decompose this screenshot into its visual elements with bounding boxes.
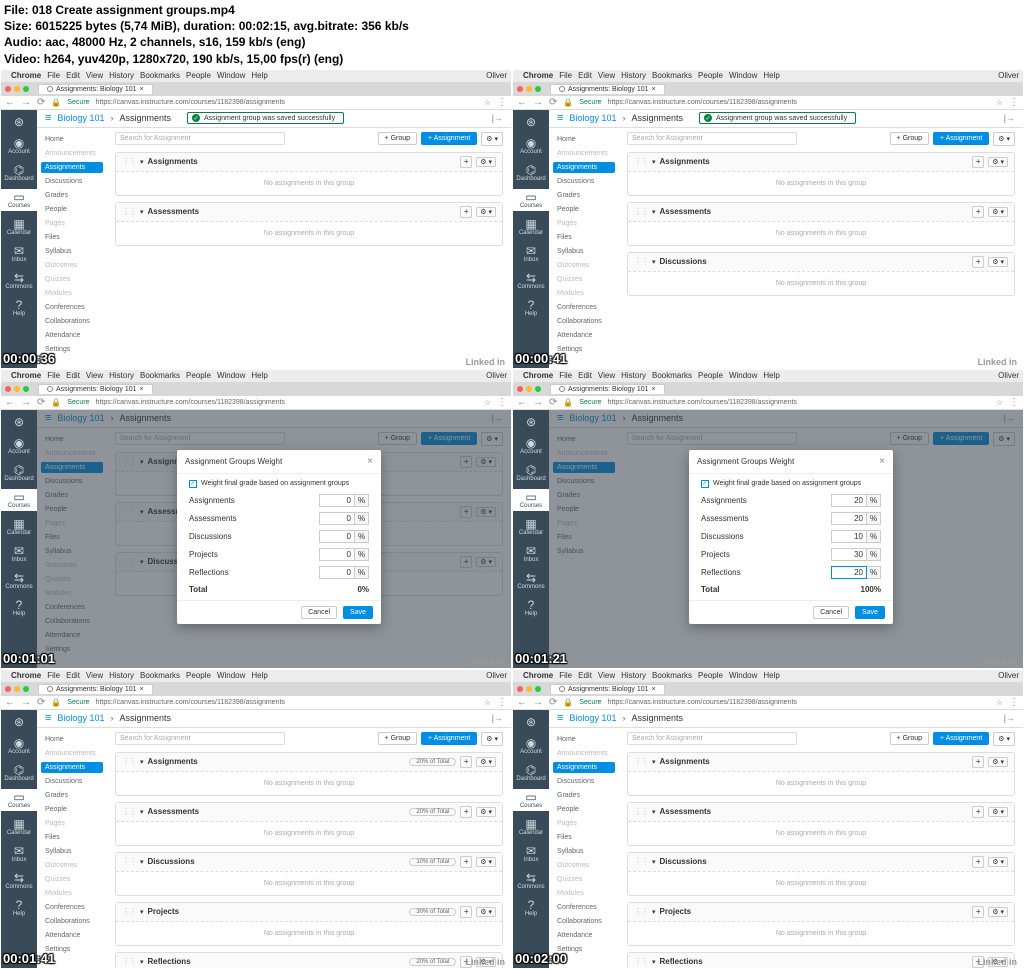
browser-tab[interactable]: Assignments: Biology 101× [38, 84, 153, 94]
mac-menubar[interactable]: ChromeFileEditViewHistoryBookmarksPeople… [1, 70, 511, 82]
weights-modal: Assignment Groups Weight× ✓Weight final … [177, 450, 381, 624]
linkedin-watermark: Linked in [465, 357, 505, 367]
rail-calendar[interactable]: ▦Calendar [1, 216, 37, 238]
rail-commons[interactable]: ⇆Commons [1, 270, 37, 292]
timestamp: 00:00:36 [3, 351, 55, 366]
global-nav-rail[interactable]: ⊛ ◉Account ⌬Dashboard ▭Courses ▦Calendar… [1, 110, 37, 369]
rail-dashboard[interactable]: ⌬Dashboard [1, 162, 37, 184]
file-metadata: File: 018 Create assignment groups.mp4 S… [0, 0, 1024, 69]
back-icon[interactable]: ← [5, 97, 15, 108]
weight-input[interactable]: 0 [319, 494, 355, 507]
bookmark-icon[interactable]: ☆ [484, 98, 491, 107]
frame-3: 00:01:01 ChromeFileEditViewHistoryBookma… [0, 369, 512, 669]
add-icon[interactable]: + [460, 156, 472, 168]
modal-title: Assignment Groups Weight [185, 457, 282, 466]
frame-2: 00:00:41 ChromeFileEditViewHistoryBookma… [512, 69, 1024, 369]
weight-checkbox[interactable]: ✓ [189, 480, 197, 488]
rail-inbox[interactable]: ✉Inbox [1, 243, 37, 265]
group-gear-icon[interactable]: ⚙ ▾ [476, 157, 496, 167]
close-icon[interactable]: × [367, 456, 373, 467]
frame-5: 00:01:41 ChromeFileEditViewHistoryBookma… [0, 669, 512, 969]
collapse-icon[interactable]: ▾ [140, 158, 144, 166]
rail-logo[interactable]: ⊛ [1, 114, 37, 130]
save-button[interactable]: Save [343, 606, 373, 619]
weight-pill: 20% of Total [409, 758, 456, 766]
tab-favicon [47, 86, 53, 92]
frame-4: 00:01:21 ChromeFileEditViewHistoryBookma… [512, 369, 1024, 669]
thumbnail-grid: 00:00:36 ChromeFileEditViewHistoryBookma… [0, 69, 1024, 969]
minimize-window-icon[interactable] [14, 86, 20, 92]
rail-account[interactable]: ◉Account [1, 135, 37, 157]
frame-1: 00:00:36 ChromeFileEditViewHistoryBookma… [0, 69, 512, 369]
menu-icon[interactable]: ⋮ [497, 97, 507, 108]
reload-icon[interactable]: ⟳ [37, 97, 45, 108]
lock-icon[interactable]: 🔒 [51, 98, 61, 107]
add-assignment-button[interactable]: + Assignment [421, 132, 477, 145]
cancel-button[interactable]: Cancel [301, 606, 337, 619]
breadcrumb: ≡ Biology 101›Assignments ✓Assignment gr… [37, 110, 511, 128]
course-link[interactable]: Biology 101 [57, 113, 104, 123]
check-icon: ✓ [192, 114, 200, 122]
close-window-icon[interactable] [5, 86, 11, 92]
url-bar[interactable]: ←→⟳ 🔒Secure https://canvas.instructure.c… [1, 96, 511, 110]
expand-icon[interactable]: |→ [492, 113, 503, 123]
rail-help[interactable]: ?Help [1, 297, 37, 319]
frame-6: 00:02:00 ChromeFileEditViewHistoryBookma… [512, 669, 1024, 969]
assignment-group: ⋮⋮▾Assignments+⚙ ▾ No assignments in thi… [115, 152, 503, 196]
success-banner: ✓Assignment group was saved successfully [187, 112, 344, 124]
settings-gear-icon[interactable]: ⚙ ▾ [481, 132, 503, 146]
course-nav[interactable]: HomeAnnouncementsAssignmentsDiscussionsG… [37, 128, 107, 369]
assignment-group: ⋮⋮▾Assessments+⚙ ▾ No assignments in thi… [115, 202, 503, 246]
maximize-window-icon[interactable] [23, 86, 29, 92]
drag-handle-icon[interactable]: ⋮⋮ [122, 157, 136, 166]
add-group-button[interactable]: + Group [378, 132, 418, 145]
browser-tabbar[interactable]: Assignments: Biology 101× [1, 82, 511, 96]
rail-courses[interactable]: ▭Courses [1, 189, 37, 211]
search-input[interactable]: Search for Assignment [115, 132, 285, 145]
forward-icon: → [21, 97, 31, 108]
close-tab-icon[interactable]: × [140, 86, 144, 93]
hamburger-icon[interactable]: ≡ [45, 112, 51, 124]
